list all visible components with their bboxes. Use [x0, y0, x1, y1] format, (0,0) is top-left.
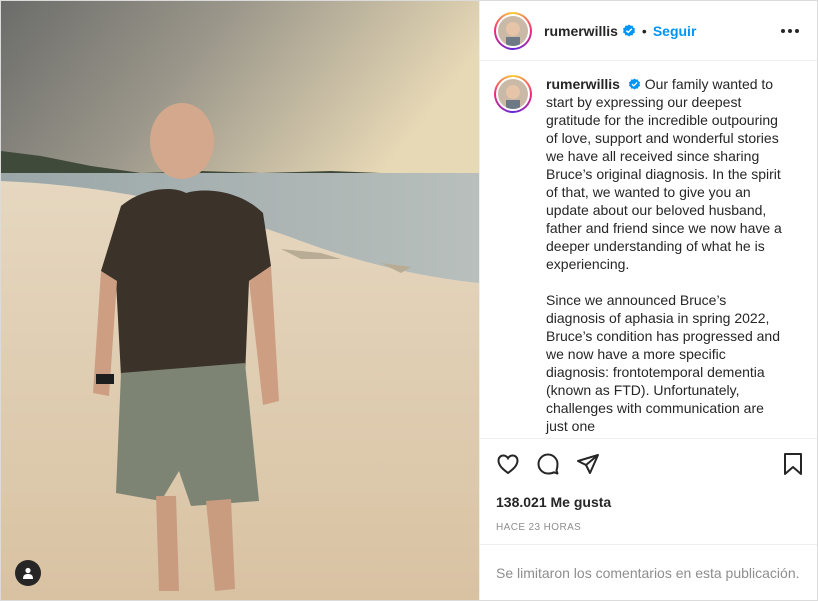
header-username[interactable]: rumerwillis	[544, 23, 618, 39]
verified-badge-icon	[622, 24, 636, 38]
bookmark-icon[interactable]	[779, 450, 807, 478]
post-header: rumerwillis • Seguir	[480, 1, 817, 61]
post-image[interactable]	[1, 1, 479, 600]
caption-avatar[interactable]	[494, 75, 532, 113]
likes-count[interactable]: 138.021 Me gusta	[480, 488, 817, 514]
post-timestamp[interactable]: HACE 23 HORAS	[480, 514, 817, 544]
verified-badge-icon	[628, 78, 641, 91]
heart-icon[interactable]	[494, 450, 522, 478]
caption-paragraph-2: Since we announced Bruce’s diagnosis of …	[546, 292, 781, 434]
caption-paragraph: rumerwillis Our family wanted to start b…	[546, 75, 786, 273]
action-bar	[480, 438, 817, 488]
comments-limited-notice: Se limitaron los comentarios en esta pub…	[480, 544, 817, 600]
avatar[interactable]	[494, 11, 532, 50]
more-options-icon[interactable]	[777, 25, 803, 37]
caption-text: rumerwillis Our family wanted to start b…	[546, 75, 786, 438]
post-photo	[1, 1, 479, 600]
instagram-post-dialog: rumerwillis • Seguir rumerwillis Our fam…	[0, 0, 818, 601]
caption-row: rumerwillis Our family wanted to start b…	[494, 75, 803, 438]
caption-paragraph: Since we announced Bruce’s diagnosis of …	[546, 291, 786, 435]
comment-icon[interactable]	[534, 450, 562, 478]
user-tag-icon[interactable]	[15, 560, 41, 586]
separator-dot: •	[641, 22, 647, 39]
caption-username[interactable]: rumerwillis	[546, 76, 620, 92]
post-sidebar: rumerwillis • Seguir rumerwillis Our fam…	[479, 1, 817, 600]
caption-paragraph-1: Our family wanted to start by expressing…	[546, 76, 782, 272]
follow-button[interactable]: Seguir	[653, 23, 697, 39]
share-icon[interactable]	[574, 450, 602, 478]
caption-scroll-area[interactable]: rumerwillis Our family wanted to start b…	[480, 61, 817, 438]
